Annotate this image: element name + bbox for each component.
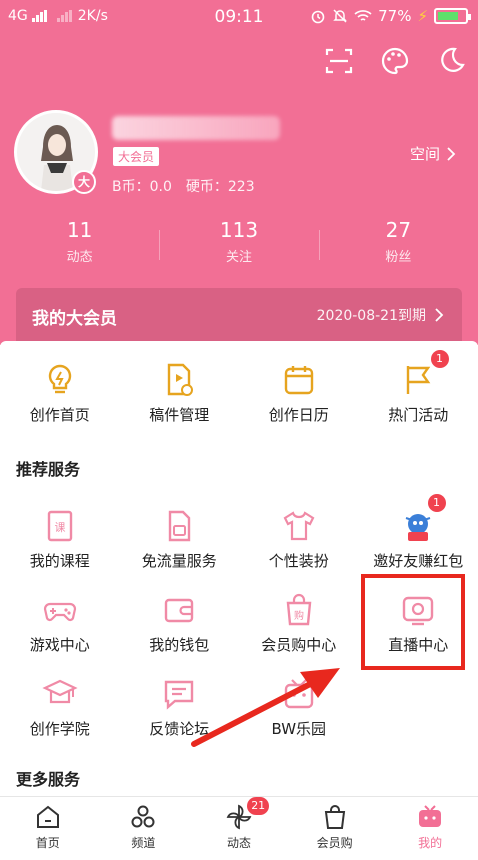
channel-icon (131, 805, 155, 828)
space-label: 空间 (409, 145, 440, 163)
theme-palette-icon[interactable] (380, 46, 410, 76)
stats-row: 11 动态 113 关注 27 粉丝 (0, 218, 478, 265)
nav-label: 首页 (35, 836, 60, 850)
stat-label: 动态 (66, 250, 93, 265)
gamepad-icon (43, 602, 76, 622)
stat-dynamics[interactable]: 11 动态 (0, 218, 159, 265)
item-label: 邀好友赚红包 (373, 552, 464, 570)
profile-header: 4G 2K/s 09:11 77% ⚡ 大 大会员 B币：0.0 硬币：223 … (0, 0, 478, 345)
nav-label: 会员购 (316, 836, 353, 850)
nav-mine[interactable]: 我的 (382, 797, 478, 860)
stat-label: 关注 (225, 250, 252, 265)
vip-expiry: 2020-08-21到期 (317, 305, 444, 325)
stat-label: 粉丝 (385, 250, 412, 265)
calendar-icon (284, 366, 313, 395)
graduation-cap-icon (42, 679, 78, 704)
vip-bar-title: 我的大会员 (32, 309, 117, 329)
creation-row: 创作首页 稿件管理 创作日历 热门活动 1 (0, 350, 478, 425)
nav-label: 频道 (131, 836, 156, 850)
personal-dressup-item[interactable]: 个性装扮 (239, 508, 359, 571)
charging-icon: ⚡ (417, 7, 428, 25)
bottom-nav: 首页 频道 动态 21 会员购 我的 (0, 796, 478, 860)
status-right: 77% ⚡ (310, 7, 471, 25)
game-center-item[interactable]: 游戏中心 (0, 592, 120, 655)
vip-expiry-text: 2020-08-21到期 (316, 308, 426, 324)
sim-card-icon (169, 510, 191, 542)
flag-icon (407, 366, 431, 394)
mascot-icon (405, 514, 431, 541)
battery-percent: 77% (378, 7, 412, 25)
item-label: 免流量服务 (141, 552, 217, 570)
creation-calendar-item[interactable]: 创作日历 (239, 362, 359, 425)
tshirt-icon (283, 511, 315, 541)
home-icon (36, 805, 59, 828)
username-blurred (112, 116, 280, 140)
stat-number: 113 (219, 218, 259, 242)
b-coin: B币：0.0 (112, 179, 172, 195)
notification-badge: 1 (427, 494, 446, 512)
item-label: 创作学院 (29, 720, 90, 738)
status-bar: 4G 2K/s 09:11 77% ⚡ (0, 0, 478, 34)
svg-text:购: 购 (294, 609, 304, 622)
svg-text:课: 课 (54, 521, 65, 534)
stat-number: 27 (385, 218, 412, 242)
wallet-icon (165, 598, 194, 623)
notification-badge: 1 (430, 350, 449, 368)
creation-academy-item[interactable]: 创作学院 (0, 676, 120, 739)
battery-icon (434, 8, 471, 24)
item-label: 我的课程 (29, 552, 90, 570)
wifi-icon (354, 10, 372, 21)
header-actions (324, 46, 466, 76)
nav-member-shop[interactable]: 会员购 (287, 797, 383, 860)
nav-dynamics[interactable]: 动态 21 (191, 797, 287, 860)
item-label: 创作日历 (268, 406, 329, 424)
night-mode-icon[interactable] (436, 46, 466, 76)
more-services-title: 更多服务 (16, 770, 81, 789)
hard-coin: 硬币：223 (185, 179, 255, 195)
tv-mine-icon (419, 805, 442, 827)
bulb-icon (48, 364, 71, 394)
space-link[interactable]: 空间 (410, 143, 456, 164)
item-label: 会员购中心 (261, 636, 337, 654)
nav-home[interactable]: 首页 (0, 797, 96, 860)
mute-icon (333, 9, 347, 23)
nav-label: 我的 (418, 836, 443, 850)
recommended-row-1: 课 我的课程 免流量服务 个性装扮 邀好友赚红包 1 (0, 494, 478, 571)
my-courses-item[interactable]: 课 我的课程 (0, 508, 120, 571)
my-wallet-item[interactable]: 我的钱包 (120, 592, 240, 655)
nav-channel[interactable]: 频道 (96, 797, 192, 860)
bag-icon (324, 805, 345, 829)
item-label: 创作首页 (29, 406, 90, 424)
free-data-service-item[interactable]: 免流量服务 (120, 508, 240, 571)
nav-label: 动态 (226, 836, 251, 850)
coin-info: B币：0.0 硬币：223 (112, 176, 255, 196)
chevron-right-icon (435, 308, 444, 322)
item-label: 我的钱包 (149, 636, 210, 654)
video-file-icon (168, 363, 194, 396)
recommended-services-title: 推荐服务 (16, 460, 81, 479)
item-label: 热门活动 (388, 406, 449, 424)
annotation-arrow (191, 668, 340, 747)
creation-home-item[interactable]: 创作首页 (0, 362, 120, 425)
vip-membership-bar[interactable]: 我的大会员 2020-08-21到期 (16, 288, 462, 344)
hot-activities-item[interactable]: 热门活动 1 (359, 350, 478, 425)
vip-tag: 大会员 (112, 146, 161, 167)
highlight-box (361, 574, 465, 670)
chevron-right-icon (447, 146, 456, 161)
member-shop-center-item[interactable]: 购 会员购中心 (239, 592, 359, 655)
vip-avatar-badge: 大 (72, 170, 96, 194)
stat-following[interactable]: 113 关注 (159, 218, 318, 265)
alarm-icon (311, 10, 325, 24)
item-label: 游戏中心 (29, 636, 90, 654)
scan-icon[interactable] (324, 46, 354, 76)
item-label: 个性装扮 (268, 552, 329, 570)
shopping-bag-icon: 购 (286, 593, 312, 626)
item-label: 稿件管理 (149, 406, 210, 424)
manuscript-management-item[interactable]: 稿件管理 (120, 362, 240, 425)
stat-number: 11 (66, 218, 93, 242)
dynamics-count-badge: 21 (247, 797, 270, 815)
stat-fans[interactable]: 27 粉丝 (318, 218, 478, 265)
invite-friends-item[interactable]: 邀好友赚红包 1 (359, 494, 478, 571)
course-book-icon: 课 (47, 510, 72, 542)
